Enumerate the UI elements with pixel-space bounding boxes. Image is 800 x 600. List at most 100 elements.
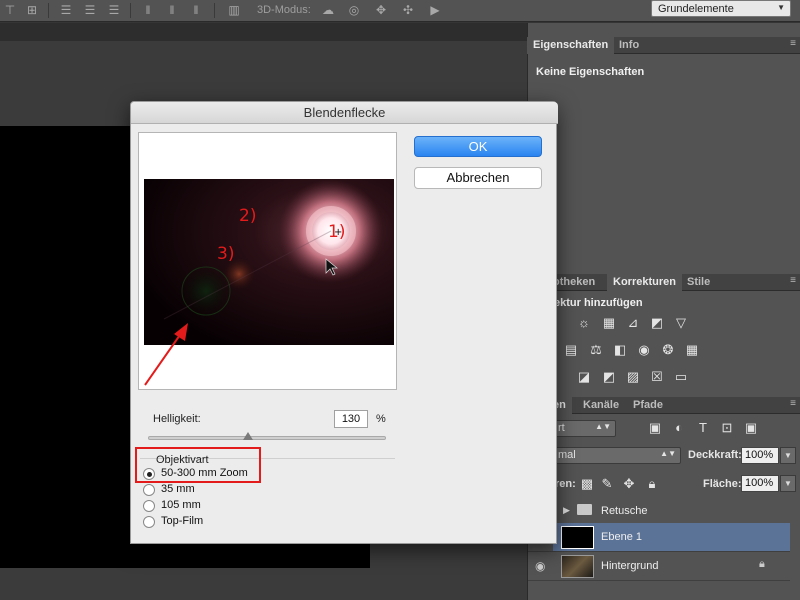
tab-info[interactable]: Info — [613, 37, 645, 54]
radio-button[interactable] — [143, 484, 155, 496]
lock-position-icon[interactable]: ✥ — [620, 476, 638, 492]
layer-filter-kind-select[interactable]: rt ▲▼ — [553, 420, 616, 437]
exposure-icon[interactable]: ◩ — [648, 315, 666, 331]
folder-icon — [577, 504, 592, 515]
toolbar-divider — [48, 3, 49, 18]
fill-label: Fläche: — [703, 478, 742, 490]
distribute-top-icon[interactable]: ☰ — [58, 3, 74, 17]
layer-row-ebene-1[interactable]: Ebene 1 — [553, 523, 790, 552]
color-lookup-icon[interactable]: ▦ — [683, 342, 701, 358]
brightness-slider-thumb[interactable] — [243, 432, 253, 440]
hue-saturation-icon[interactable]: ▤ — [562, 342, 580, 358]
lock-pixels-icon[interactable]: ✎ — [598, 476, 616, 492]
panel-menu-icon[interactable]: ≡ — [790, 38, 796, 49]
posterize-icon[interactable]: ◩ — [600, 369, 618, 385]
slide-3d-icon[interactable]: ✣ — [400, 3, 416, 17]
layer-visibility-cell[interactable]: ◉ — [528, 552, 554, 581]
tab-stile[interactable]: Stile — [681, 274, 716, 291]
cancel-button[interactable]: Abbrechen — [414, 167, 542, 189]
dialog-title: Blendenflecke — [131, 102, 558, 124]
document-tab-strip — [0, 23, 527, 41]
tab-bibliotheken[interactable]: otheken — [553, 274, 601, 291]
distribute-right-icon[interactable]: ‖ — [188, 3, 204, 17]
lock-icon: 🔒︎ — [759, 558, 765, 570]
orbit-3d-icon[interactable]: ☁ — [320, 3, 336, 17]
filter-pixel-icon[interactable]: ▣ — [646, 420, 664, 436]
color-balance-icon[interactable]: ⚖ — [587, 342, 605, 358]
toolbar-divider — [214, 3, 215, 18]
vibrance-icon[interactable]: ▽ — [672, 315, 690, 331]
properties-panel-tabs: Eigenschaften Info ≡ — [527, 37, 800, 54]
layer-row-retusche[interactable]: ▶ Retusche — [553, 497, 790, 526]
panel-menu-icon[interactable]: ≡ — [790, 398, 796, 409]
align-top-icon[interactable]: ⊤ — [2, 3, 18, 17]
align-vcenter-icon[interactable]: ⊞ — [24, 3, 40, 17]
opacity-input[interactable]: 100% — [741, 447, 779, 464]
brightness-unit: % — [376, 413, 386, 425]
brightness-slider[interactable] — [148, 436, 386, 440]
adjustments-panel-tabs: otheken Korrekturen Stile ≡ — [527, 274, 800, 291]
filter-smart-object-icon[interactable]: ▣ — [742, 420, 760, 436]
layers-panel-tabs: en Kanäle Pfade ≡ — [527, 397, 800, 414]
levels-icon[interactable]: ▦ — [600, 315, 618, 331]
tab-kanaele[interactable]: Kanäle — [577, 397, 625, 414]
brightness-label: Helligkeit: — [153, 413, 201, 425]
distribute-hcenter-icon[interactable]: ‖ — [164, 3, 180, 17]
radio-button[interactable] — [143, 500, 155, 512]
properties-empty-text: Keine Eigenschaften — [536, 66, 645, 78]
photo-filter-icon[interactable]: ◉ — [635, 342, 653, 358]
fill-input[interactable]: 100% — [741, 475, 779, 492]
workspace-select-value: Grundelemente — [658, 3, 734, 15]
threshold-icon[interactable]: ▨ — [624, 369, 642, 385]
invert-icon[interactable]: ◪ — [575, 369, 593, 385]
layer-thumbnail — [561, 526, 594, 549]
layer-name: Ebene 1 — [601, 531, 642, 543]
options-bar: ⊤ ⊞ ☰ ☰ ☰ ‖ ‖ ‖ ▥ 3D-Modus: ☁ ◎ ✥ ✣ ▶ Gr… — [0, 0, 800, 22]
workspace-select[interactable]: Grundelemente ▼ — [651, 0, 791, 17]
chevron-down-icon: ▲▼ — [595, 422, 611, 431]
distribute-vcenter-icon[interactable]: ☰ — [82, 3, 98, 17]
tab-korrekturen[interactable]: Korrekturen — [607, 274, 682, 291]
gradient-map-icon[interactable]: ☒ — [648, 369, 666, 385]
eye-icon[interactable]: ◉ — [535, 559, 545, 573]
filter-text-icon[interactable]: T — [694, 420, 712, 436]
curves-icon[interactable]: ⊿ — [624, 315, 642, 331]
radio-button[interactable] — [143, 516, 155, 528]
lens-option-label: 105 mm — [161, 499, 201, 511]
fill-dropdown[interactable]: ▼ — [780, 475, 796, 492]
filter-shape-icon[interactable]: ⊡ — [718, 420, 736, 436]
lens-option-label: Top-Film — [161, 515, 204, 527]
auto-align-icon[interactable]: ▥ — [226, 3, 242, 17]
annotation-1: 1) — [328, 222, 345, 242]
mode-3d-label: 3D-Modus: — [257, 4, 311, 16]
blend-mode-value: mal — [558, 449, 576, 461]
black-white-icon[interactable]: ◧ — [611, 342, 629, 358]
roll-3d-icon[interactable]: ◎ — [346, 3, 362, 17]
panel-menu-icon[interactable]: ≡ — [790, 275, 796, 286]
opacity-label: Deckkraft: — [688, 449, 742, 461]
annotation-2: 2) — [239, 206, 256, 226]
opacity-dropdown[interactable]: ▼ — [780, 447, 796, 464]
toolbar-divider — [130, 3, 131, 18]
brightness-icon[interactable]: ☼ — [575, 315, 593, 331]
filter-adjustment-icon[interactable]: ◐ — [670, 420, 688, 436]
lock-transparency-icon[interactable]: ▩ — [578, 476, 596, 492]
distribute-left-icon[interactable]: ‖ — [140, 3, 156, 17]
layer-row-hintergrund[interactable]: Hintergrund 🔒︎ — [553, 552, 790, 581]
annotation-arrow — [144, 323, 188, 386]
brightness-input[interactable]: 130 — [334, 410, 368, 428]
scale-3d-icon[interactable]: ▶ — [427, 3, 443, 17]
lock-all-icon[interactable]: 🔒︎ — [643, 476, 661, 492]
tab-pfade[interactable]: Pfade — [627, 397, 669, 414]
distribute-bottom-icon[interactable]: ☰ — [106, 3, 122, 17]
layer-name: Hintergrund — [601, 560, 659, 572]
selective-color-icon[interactable]: ▭ — [672, 369, 690, 385]
drag-3d-icon[interactable]: ✥ — [373, 3, 389, 17]
tab-eigenschaften[interactable]: Eigenschaften — [527, 37, 615, 54]
layer-thumbnail — [561, 555, 594, 578]
channel-mixer-icon[interactable]: ❂ — [659, 342, 677, 358]
lock-label: ren: — [555, 478, 576, 490]
ok-button[interactable]: OK — [414, 136, 542, 157]
expand-arrow-icon[interactable]: ▶ — [563, 505, 570, 516]
blend-mode-select[interactable]: mal ▲▼ — [553, 447, 681, 464]
